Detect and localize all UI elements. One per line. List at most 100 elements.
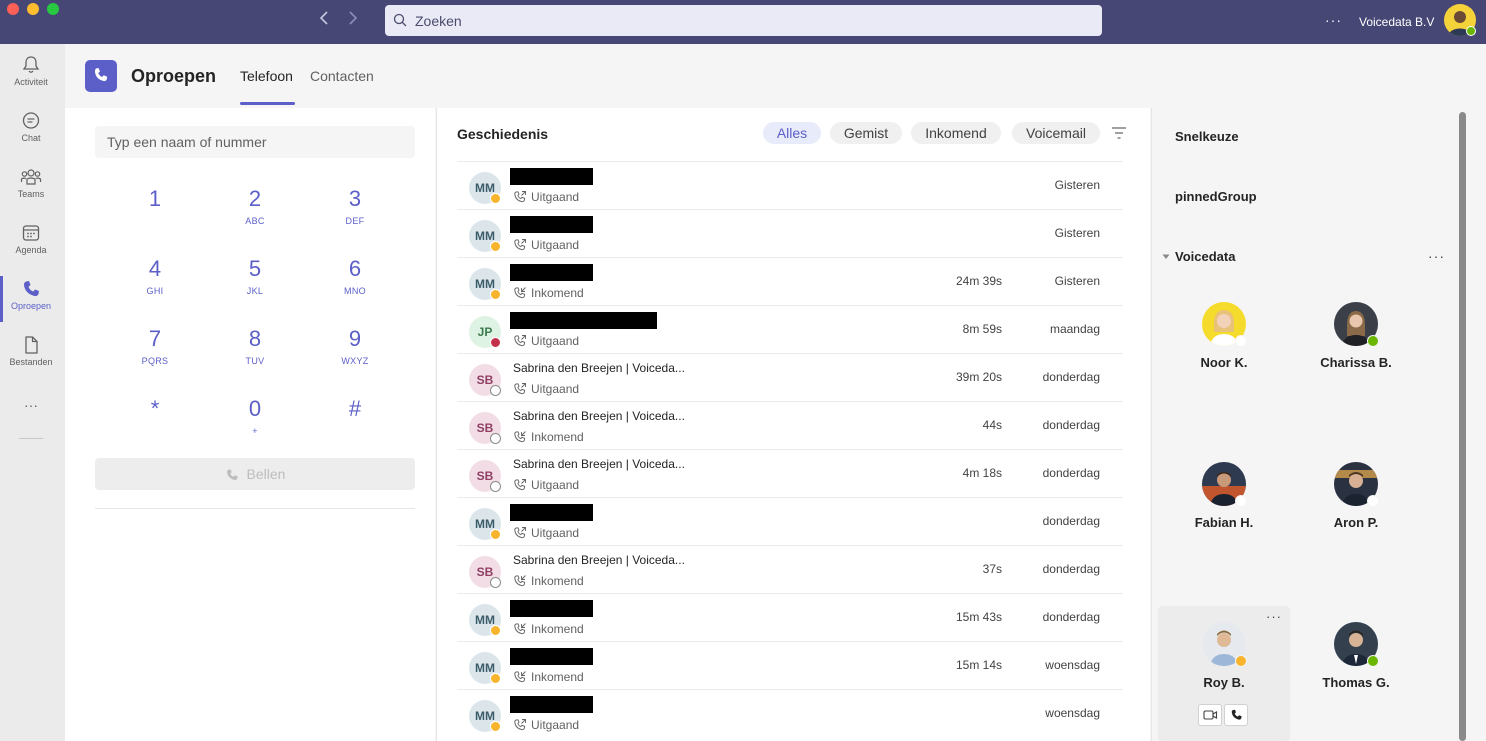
audio-call-button[interactable] [1224, 704, 1248, 726]
history-row[interactable]: SB Sabrina den Breejen | Voiceda... Inkome… [457, 401, 1123, 449]
speed-dial-title: Snelkeuze [1175, 129, 1239, 144]
rail-item-activity[interactable]: Activiteit [0, 44, 62, 100]
group-more-icon[interactable]: ··· [1428, 248, 1445, 264]
rail-label-oproepen: Oproepen [10, 301, 52, 311]
profile-status-icon [1466, 26, 1476, 36]
rail-label-activity: Activiteit [14, 77, 48, 87]
dial-key[interactable]: 0 + [215, 396, 295, 452]
history-row[interactable]: MM Inkomend 15m 14s woensdag [457, 641, 1123, 689]
history-row[interactable]: SB Sabrina den Breejen | Voiceda... Uitgaa… [457, 449, 1123, 497]
chat-icon [22, 112, 40, 129]
contact-card[interactable]: Thomas G. [1290, 622, 1422, 741]
call-button[interactable]: Bellen [95, 458, 415, 490]
status-offline-icon [490, 385, 501, 396]
call-direction: Inkomend [513, 622, 584, 636]
more-options-icon[interactable]: ··· [1325, 12, 1342, 28]
call-direction: Uitgaand [513, 238, 579, 252]
dial-key[interactable]: 9 WXYZ [315, 326, 395, 382]
dial-key[interactable]: 6 MNO [315, 256, 395, 312]
close-window-button[interactable] [7, 3, 19, 15]
history-row[interactable]: MM Uitgaand woensdag [457, 689, 1123, 737]
outgoing-call-icon [514, 479, 526, 491]
incoming-call-icon [514, 431, 526, 443]
phone-icon [1231, 709, 1242, 720]
redacted-name [510, 696, 593, 713]
search-input[interactable]: Zoeken [385, 5, 1102, 36]
call-history-panel: Geschiedenis Alles Gemist Inkomend Voice… [436, 108, 1150, 741]
number-input[interactable] [95, 126, 415, 158]
dial-key[interactable]: # [315, 396, 395, 452]
search-icon [393, 13, 407, 27]
filter-inkomend[interactable]: Inkomend [911, 122, 1001, 144]
dial-key-digit: # [348, 396, 362, 421]
tab-telefoon[interactable]: Telefoon [240, 68, 293, 84]
contact-card[interactable]: Fabian H. [1158, 462, 1290, 612]
outgoing-call-icon [514, 383, 526, 395]
redacted-name [510, 312, 657, 329]
incoming-call-icon [514, 623, 526, 635]
contact-card[interactable]: ··· Roy B. [1158, 606, 1290, 741]
status-away-icon [490, 673, 501, 684]
contact-card[interactable]: Noor K. [1158, 302, 1290, 452]
filter-gemist[interactable]: Gemist [830, 122, 902, 144]
history-row[interactable]: MM Inkomend 24m 39s Gisteren [457, 257, 1123, 305]
org-name[interactable]: Voicedata B.V [1359, 15, 1434, 29]
dial-key[interactable]: * [115, 396, 195, 452]
history-row[interactable]: MM Uitgaand Gisteren [457, 161, 1123, 209]
status-offline-icon [1235, 335, 1247, 347]
dial-key[interactable]: 2 ABC [215, 186, 295, 242]
filter-alles[interactable]: Alles [763, 122, 821, 144]
dial-key[interactable]: 1 [115, 186, 195, 242]
rail-item-agenda[interactable]: Agenda [0, 212, 62, 268]
dial-key[interactable]: 8 TUV [215, 326, 295, 382]
dial-key[interactable]: 5 JKL [215, 256, 295, 312]
call-date: donderdag [1042, 610, 1100, 624]
dial-key[interactable]: 4 GHI [115, 256, 195, 312]
contact-more-icon[interactable]: ··· [1266, 609, 1282, 624]
status-away-icon [490, 241, 501, 252]
call-date: donderdag [1042, 562, 1100, 576]
pinned-group-title[interactable]: pinnedGroup [1175, 189, 1257, 204]
history-row[interactable]: JP Uitgaand 8m 59s maandag [457, 305, 1123, 353]
bell-icon [22, 56, 40, 73]
zoom-window-button[interactable] [47, 3, 59, 15]
back-arrow-icon[interactable] [314, 10, 334, 32]
tab-contacten[interactable]: Contacten [310, 68, 374, 84]
status-away-icon [490, 289, 501, 300]
call-direction-label: Inkomend [531, 430, 584, 444]
dial-key-digit: 4 [148, 256, 162, 281]
history-row[interactable]: SB Sabrina den Breejen | Voiceda... Inkome… [457, 545, 1123, 593]
dialpad-panel: 12ABC3DEF4GHI5JKL6MNO7PQRS8TUV9WXYZ*0+# … [65, 108, 435, 741]
video-call-button[interactable] [1198, 704, 1222, 726]
rail-item-oproepen[interactable]: Oproepen [0, 268, 62, 324]
history-row[interactable]: MM Uitgaand Gisteren [457, 209, 1123, 257]
rail-item-chat[interactable]: Chat [0, 100, 62, 156]
more-apps-icon[interactable]: ··· [0, 397, 62, 413]
redacted-name [510, 216, 593, 233]
status-offline-icon [1367, 495, 1379, 507]
status-away-icon [490, 625, 501, 636]
call-direction: Inkomend [513, 574, 584, 588]
filter-icon[interactable] [1111, 126, 1127, 140]
rail-label-teams: Teams [17, 189, 45, 199]
scrollbar[interactable] [1459, 112, 1466, 741]
contact-card[interactable]: Charissa B. [1290, 302, 1422, 452]
group-title[interactable]: Voicedata [1175, 249, 1235, 264]
contact-card[interactable]: Aron P. [1290, 462, 1422, 612]
filter-voicemail[interactable]: Voicemail [1012, 122, 1100, 144]
redacted-name [510, 168, 593, 185]
rail-item-teams[interactable]: Teams [0, 156, 62, 212]
rail-item-bestanden[interactable]: Bestanden [0, 324, 62, 380]
history-row[interactable]: SB Sabrina den Breejen | Voiceda... Uitgaa… [457, 353, 1123, 401]
forward-arrow-icon[interactable] [343, 10, 363, 32]
rail-divider [19, 438, 43, 439]
dial-key[interactable]: 7 PQRS [115, 326, 195, 382]
dial-key[interactable]: 3 DEF [315, 186, 395, 242]
call-direction-label: Inkomend [531, 286, 584, 300]
minimize-window-button[interactable] [27, 3, 39, 15]
history-row[interactable]: MM Uitgaand donderdag [457, 497, 1123, 545]
history-row[interactable]: MM Inkomend 15m 43s donderdag [457, 593, 1123, 641]
chevron-down-icon[interactable] [1162, 254, 1170, 260]
call-direction: Uitgaand [513, 382, 579, 396]
redacted-name [510, 504, 593, 521]
